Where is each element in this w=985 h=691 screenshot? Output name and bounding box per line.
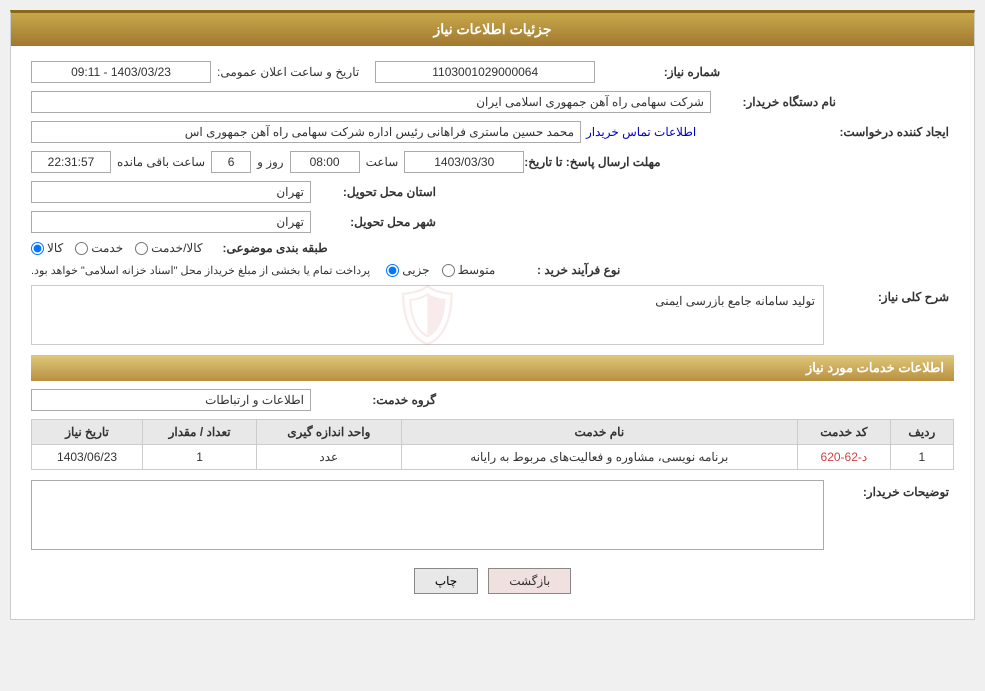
process-option-jozii: جزیی bbox=[386, 263, 429, 277]
process-options: متوسط جزیی bbox=[386, 263, 495, 277]
table-row: 1 د-62-620 برنامه نویسی، مشاوره و فعالیت‌ه… bbox=[32, 445, 954, 470]
category-kala-khedmat-label: کالا/خدمت bbox=[151, 241, 202, 255]
cell-need-date: 1403/06/23 bbox=[32, 445, 143, 470]
button-row: بازگشت چاپ bbox=[31, 568, 954, 594]
process-type-group: متوسط جزیی پرداخت تمام یا بخشی از مبلغ خ… bbox=[31, 263, 495, 277]
delivery-city-label: شهر محل تحویل: bbox=[311, 215, 441, 229]
process-type-label: نوع فرآیند خرید : bbox=[495, 263, 625, 277]
deadline-group: 1403/03/30 ساعت 08:00 روز و 6 ساعت باقی … bbox=[31, 151, 524, 173]
category-label: طبقه بندی موضوعی: bbox=[203, 241, 333, 255]
buyer-org-label: نام دستگاه خریدار: bbox=[711, 95, 841, 109]
deadline-date: 1403/03/30 bbox=[404, 151, 524, 173]
need-number-label: شماره نیاز: bbox=[595, 65, 725, 79]
deadline-remaining: 22:31:57 bbox=[31, 151, 111, 173]
contact-link[interactable]: اطلاعات تماس خریدار bbox=[586, 125, 696, 139]
col-need-date: تاریخ نیاز bbox=[32, 420, 143, 445]
services-table: ردیف کد خدمت نام خدمت واحد اندازه گیری ت… bbox=[31, 419, 954, 470]
category-radio-kala[interactable] bbox=[31, 242, 44, 255]
process-radio-jozii[interactable] bbox=[386, 264, 399, 277]
cell-service-name: برنامه نویسی، مشاوره و فعالیت‌های مربوط … bbox=[401, 445, 798, 470]
process-motavasset-label: متوسط bbox=[458, 263, 496, 277]
deadline-label: مهلت ارسال پاسخ: تا تاریخ: bbox=[524, 155, 665, 169]
need-description-label: شرح کلی نیاز: bbox=[824, 285, 954, 304]
need-description-area: 🛡 تولید سامانه جامع بازرسی ایمنی bbox=[31, 285, 824, 345]
category-row: طبقه بندی موضوعی: کالا/خدمت خدمت کالا bbox=[31, 241, 954, 255]
deadline-remaining-label: ساعت باقی مانده bbox=[117, 155, 205, 169]
col-service-code: کد خدمت bbox=[798, 420, 891, 445]
cell-quantity: 1 bbox=[143, 445, 257, 470]
process-option-motavasset: متوسط bbox=[442, 263, 496, 277]
category-option-khedmat: خدمت bbox=[75, 241, 123, 255]
process-type-row: نوع فرآیند خرید : متوسط جزیی پرداخت تمام… bbox=[31, 263, 954, 277]
buyer-org-row: نام دستگاه خریدار: شرکت سهامی راه آهن جم… bbox=[31, 91, 954, 113]
services-section-title: اطلاعات خدمات مورد نیاز bbox=[31, 355, 954, 381]
announce-datetime-input: 1403/03/23 - 09:11 bbox=[31, 61, 211, 83]
need-number-row: شماره نیاز: 1103001029000064 تاریخ و ساع… bbox=[31, 61, 954, 83]
delivery-city-value: تهران bbox=[31, 211, 311, 233]
deadline-days: 6 bbox=[211, 151, 251, 173]
category-option-kala: کالا bbox=[31, 241, 63, 255]
service-group-value: اطلاعات و ارتباطات bbox=[31, 389, 311, 411]
process-jozii-label: جزیی bbox=[402, 263, 429, 277]
buyer-notes-label: توضیحات خریدار: bbox=[824, 480, 954, 499]
buyer-org-value: شرکت سهامی راه آهن جمهوری اسلامی ایران bbox=[31, 91, 711, 113]
creator-value: محمد حسین ماستری فراهانی رئیس اداره شرکت… bbox=[31, 121, 581, 143]
process-radio-motavasset[interactable] bbox=[442, 264, 455, 277]
creator-label: ایجاد کننده درخواست: bbox=[824, 125, 954, 139]
back-button[interactable]: بازگشت bbox=[488, 568, 571, 594]
card-body: شماره نیاز: 1103001029000064 تاریخ و ساع… bbox=[11, 46, 974, 619]
buyer-notes-row: توضیحات خریدار: bbox=[31, 480, 954, 553]
cell-unit: عدد bbox=[257, 445, 402, 470]
need-number-input: 1103001029000064 bbox=[375, 61, 595, 83]
page-title: جزئیات اطلاعات نیاز bbox=[11, 13, 974, 46]
col-row-num: ردیف bbox=[890, 420, 953, 445]
process-note: پرداخت تمام یا بخشی از مبلغ خریداز محل "… bbox=[31, 264, 370, 277]
category-kala-label: کالا bbox=[47, 241, 63, 255]
print-button[interactable]: چاپ bbox=[414, 568, 478, 594]
category-radio-kala-khedmat[interactable] bbox=[135, 242, 148, 255]
buyer-notes-inner bbox=[31, 480, 824, 553]
need-number-value-group: 1103001029000064 تاریخ و ساعت اعلان عموم… bbox=[31, 61, 595, 83]
category-khedmat-label: خدمت bbox=[91, 241, 123, 255]
deadline-row: مهلت ارسال پاسخ: تا تاریخ: 1403/03/30 سا… bbox=[31, 151, 954, 173]
creator-row: ایجاد کننده درخواست: اطلاعات تماس خریدار… bbox=[31, 121, 954, 143]
delivery-province-row: استان محل تحویل: تهران bbox=[31, 181, 954, 203]
need-description-value: تولید سامانه جامع بازرسی ایمنی bbox=[655, 294, 815, 308]
service-code-link[interactable]: د-62-620 bbox=[821, 450, 868, 464]
need-description-wrapper: 🛡 تولید سامانه جامع بازرسی ایمنی bbox=[31, 285, 824, 345]
delivery-province-label: استان محل تحویل: bbox=[311, 185, 441, 199]
buyer-notes-input[interactable] bbox=[31, 480, 824, 550]
page-container: جزئیات اطلاعات نیاز شماره نیاز: 11030010… bbox=[0, 0, 985, 630]
col-unit: واحد اندازه گیری bbox=[257, 420, 402, 445]
col-service-name: نام خدمت bbox=[401, 420, 798, 445]
main-card: جزئیات اطلاعات نیاز شماره نیاز: 11030010… bbox=[10, 10, 975, 620]
category-options: کالا/خدمت خدمت کالا bbox=[31, 241, 203, 255]
delivery-province-value: تهران bbox=[31, 181, 311, 203]
deadline-time: 08:00 bbox=[290, 151, 360, 173]
cell-row-num: 1 bbox=[890, 445, 953, 470]
delivery-city-row: شهر محل تحویل: تهران bbox=[31, 211, 954, 233]
service-group-label: گروه خدمت: bbox=[311, 393, 441, 407]
deadline-time-label: ساعت bbox=[366, 155, 399, 169]
service-group-row: گروه خدمت: اطلاعات و ارتباطات bbox=[31, 389, 954, 411]
category-option-kala-khedmat: کالا/خدمت bbox=[135, 241, 202, 255]
need-description-row: شرح کلی نیاز: 🛡 تولید سامانه جامع بازرسی… bbox=[31, 285, 954, 345]
col-quantity: تعداد / مقدار bbox=[143, 420, 257, 445]
category-radio-khedmat[interactable] bbox=[75, 242, 88, 255]
watermark: 🛡 bbox=[389, 280, 465, 351]
cell-service-code: د-62-620 bbox=[798, 445, 891, 470]
announce-datetime-label: تاریخ و ساعت اعلان عمومی: bbox=[217, 65, 359, 79]
buyer-notes-wrapper bbox=[31, 480, 824, 553]
deadline-days-label: روز و bbox=[257, 155, 284, 169]
